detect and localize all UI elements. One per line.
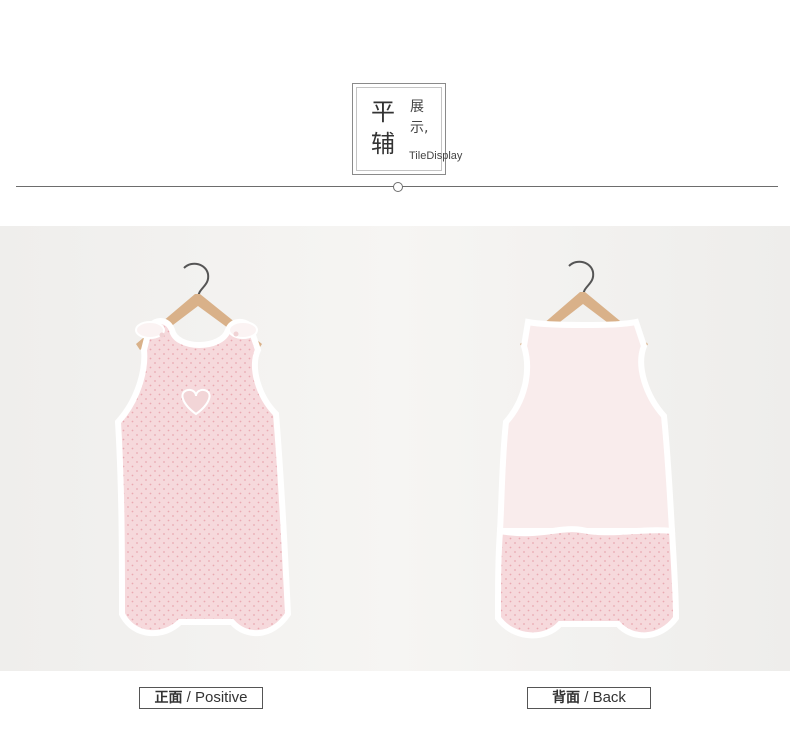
subtitle-char-2: 示, (410, 120, 429, 136)
caption-back: 背面 / Back (527, 687, 651, 709)
subtitle-char-1: 展 (410, 99, 424, 115)
caption-front: 正面 / Positive (139, 687, 263, 709)
caption-back-en: / Back (580, 689, 626, 706)
caption-back-cn: 背面 (552, 690, 581, 706)
title-char-2: 辅 (371, 130, 395, 158)
subtitle-en: TileDisplay (409, 150, 463, 162)
caption-front-en: / Positive (182, 689, 248, 706)
caption-front-cn: 正面 (154, 690, 183, 706)
product-photo (0, 226, 790, 671)
title-char-1: 平 (371, 98, 395, 126)
divider-dot (393, 182, 403, 192)
